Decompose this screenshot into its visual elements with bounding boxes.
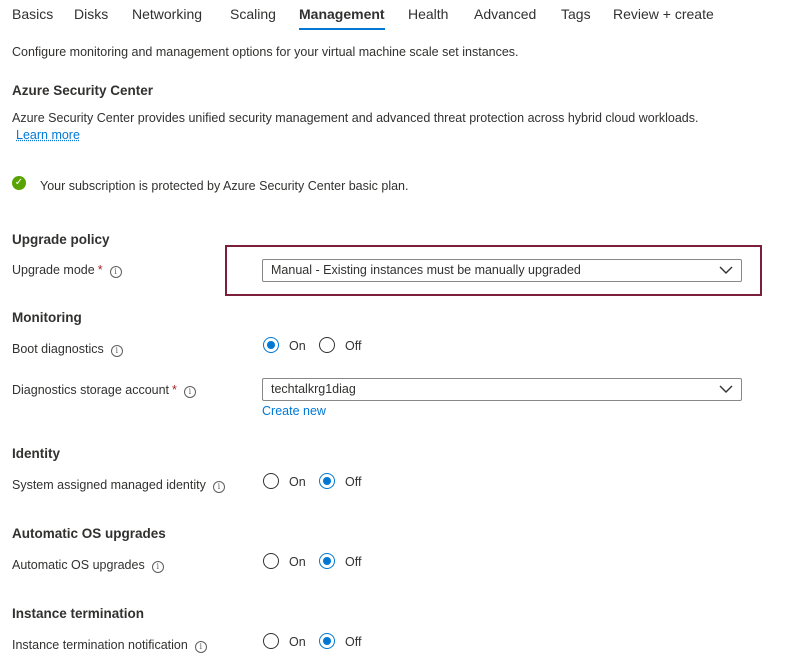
upgrade-mode-label: Upgrade mode * i [12, 263, 122, 278]
required-asterisk: * [172, 383, 177, 397]
managed-identity-on-radio[interactable] [263, 473, 279, 489]
storage-account-value: techtalkrg1diag [271, 382, 356, 396]
auto-os-label: Automatic OS upgrades i [12, 558, 164, 573]
managed-identity-label: System assigned managed identity i [12, 478, 225, 493]
boot-diagnostics-on-radio[interactable] [263, 337, 279, 353]
termination-label: Instance termination notification i [12, 638, 207, 653]
managed-identity-on-label[interactable]: On [289, 475, 306, 489]
identity-heading: Identity [12, 446, 61, 461]
tab-health[interactable]: Health [408, 6, 448, 22]
managed-identity-off-radio[interactable] [319, 473, 335, 489]
auto-os-off-radio[interactable] [319, 553, 335, 569]
info-icon[interactable]: i [194, 641, 207, 653]
tab-management[interactable]: Management [299, 6, 385, 22]
security-center-description: Azure Security Center provides unified s… [12, 111, 699, 125]
managed-identity-off-label[interactable]: Off [345, 475, 361, 489]
termination-off-label[interactable]: Off [345, 635, 361, 649]
upgrade-mode-label-text: Upgrade mode [12, 263, 95, 277]
termination-off-radio[interactable] [319, 633, 335, 649]
termination-on-label[interactable]: On [289, 635, 306, 649]
tab-review-create[interactable]: Review + create [613, 6, 714, 22]
termination-label-text: Instance termination notification [12, 638, 188, 652]
active-tab-indicator [299, 28, 385, 30]
boot-diagnostics-on-label[interactable]: On [289, 339, 306, 353]
managed-identity-label-text: System assigned managed identity [12, 478, 206, 492]
security-status-text: Your subscription is protected by Azure … [40, 179, 409, 193]
upgrade-policy-heading: Upgrade policy [12, 232, 110, 247]
storage-account-label-text: Diagnostics storage account [12, 383, 170, 397]
auto-os-on-radio[interactable] [263, 553, 279, 569]
storage-account-label: Diagnostics storage account * i [12, 383, 196, 398]
info-icon[interactable]: i [109, 266, 122, 278]
info-icon[interactable]: i [183, 386, 196, 398]
auto-os-label-text: Automatic OS upgrades [12, 558, 145, 572]
intro-text: Configure monitoring and management opti… [12, 45, 519, 59]
tab-disks[interactable]: Disks [74, 6, 108, 22]
auto-os-off-label[interactable]: Off [345, 555, 361, 569]
boot-diagnostics-off-label[interactable]: Off [345, 339, 361, 353]
info-icon[interactable]: i [151, 561, 164, 573]
tab-networking[interactable]: Networking [132, 6, 202, 22]
termination-heading: Instance termination [12, 606, 145, 621]
create-new-link[interactable]: Create new [262, 404, 326, 418]
security-center-heading: Azure Security Center [12, 83, 154, 98]
info-icon[interactable]: i [110, 345, 123, 357]
boot-diagnostics-off-radio[interactable] [319, 337, 335, 353]
tab-basics[interactable]: Basics [12, 6, 53, 22]
boot-diagnostics-label: Boot diagnostics i [12, 342, 123, 357]
tab-scaling[interactable]: Scaling [230, 6, 276, 22]
auto-os-heading: Automatic OS upgrades [12, 526, 166, 541]
checkmark-circle-icon: ✓ [12, 176, 26, 190]
learn-more-link[interactable]: Learn more [16, 128, 80, 142]
required-asterisk: * [97, 263, 103, 277]
chevron-down-icon [719, 262, 733, 281]
info-icon[interactable]: i [212, 481, 225, 493]
termination-on-radio[interactable] [263, 633, 279, 649]
tab-tags[interactable]: Tags [561, 6, 591, 22]
upgrade-mode-dropdown[interactable]: Manual - Existing instances must be manu… [262, 259, 742, 282]
monitoring-heading: Monitoring [12, 310, 82, 325]
auto-os-on-label[interactable]: On [289, 555, 306, 569]
tab-bar: Basics Disks Networking Scaling Manageme… [0, 0, 788, 30]
chevron-down-icon [719, 381, 733, 400]
storage-account-dropdown[interactable]: techtalkrg1diag [262, 378, 742, 401]
boot-diagnostics-label-text: Boot diagnostics [12, 342, 104, 356]
upgrade-mode-value: Manual - Existing instances must be manu… [271, 263, 581, 277]
tab-advanced[interactable]: Advanced [474, 6, 536, 22]
